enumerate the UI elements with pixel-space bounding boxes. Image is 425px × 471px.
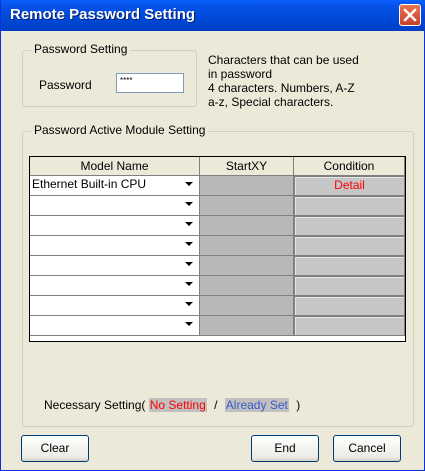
- close-icon: [403, 8, 417, 22]
- chevron-down-icon: [185, 302, 193, 306]
- password-label: Password: [39, 78, 92, 92]
- condition-cell: [294, 236, 405, 256]
- end-button[interactable]: End: [251, 435, 319, 462]
- chevron-down-icon: [185, 242, 193, 246]
- condition-cell: [294, 296, 405, 316]
- startxy-cell: [200, 296, 294, 316]
- chevron-down-icon: [185, 262, 193, 266]
- chevron-down-icon: [185, 282, 193, 286]
- no-setting-tag: No Setting: [148, 398, 207, 412]
- condition-cell: [294, 256, 405, 276]
- chevron-down-icon: [185, 182, 193, 186]
- model-name-select[interactable]: [30, 196, 200, 216]
- legend-separator: /: [214, 398, 218, 412]
- clear-button[interactable]: Clear: [21, 435, 89, 462]
- title-bar[interactable]: Remote Password Setting: [1, 0, 425, 31]
- column-header-model-name: Model Name: [30, 157, 200, 176]
- model-name-select[interactable]: [30, 256, 200, 276]
- necessary-suffix: ): [296, 398, 301, 412]
- necessary-prefix: Necessary Setting(: [44, 398, 146, 412]
- window-title: Remote Password Setting: [10, 6, 196, 23]
- column-header-startxy: StartXY: [200, 157, 294, 176]
- column-header-condition: Condition: [294, 157, 405, 176]
- password-input[interactable]: ****: [116, 73, 184, 93]
- condition-cell: [294, 316, 405, 336]
- condition-cell: [294, 196, 405, 216]
- cancel-button[interactable]: Cancel: [333, 435, 401, 462]
- already-set-tag: Already Set: [224, 398, 289, 412]
- condition-cell: [294, 216, 405, 236]
- startxy-cell: [200, 216, 294, 236]
- chevron-down-icon: [185, 322, 193, 326]
- dialog-window: Remote Password Setting Password Setting…: [0, 0, 425, 471]
- password-help-text: Characters that can be used in password …: [208, 53, 359, 109]
- startxy-cell: [200, 256, 294, 276]
- module-setting-label: Password Active Module Setting: [31, 123, 209, 137]
- close-button[interactable]: [399, 4, 421, 26]
- startxy-cell: [200, 236, 294, 256]
- condition-detail-button[interactable]: Detail: [294, 176, 405, 196]
- model-name-select[interactable]: [30, 316, 200, 336]
- startxy-cell: [200, 276, 294, 296]
- model-name-select[interactable]: [30, 296, 200, 316]
- detail-label: Detail: [334, 178, 365, 192]
- chevron-down-icon: [185, 222, 193, 226]
- module-table: Model Name StartXY Condition Ethernet Bu…: [29, 156, 406, 342]
- startxy-cell: [200, 196, 294, 216]
- model-name-select[interactable]: [30, 276, 200, 296]
- condition-cell: [294, 276, 405, 296]
- startxy-cell: [200, 176, 294, 196]
- model-name-value: Ethernet Built-in CPU: [32, 177, 147, 191]
- startxy-cell: [200, 316, 294, 336]
- model-name-select[interactable]: Ethernet Built-in CPU: [30, 176, 200, 196]
- necessary-setting-legend: Necessary Setting( No Setting / Already …: [44, 398, 300, 412]
- chevron-down-icon: [185, 202, 193, 206]
- password-setting-label: Password Setting: [31, 42, 131, 56]
- model-name-select[interactable]: [30, 236, 200, 256]
- model-name-select[interactable]: [30, 216, 200, 236]
